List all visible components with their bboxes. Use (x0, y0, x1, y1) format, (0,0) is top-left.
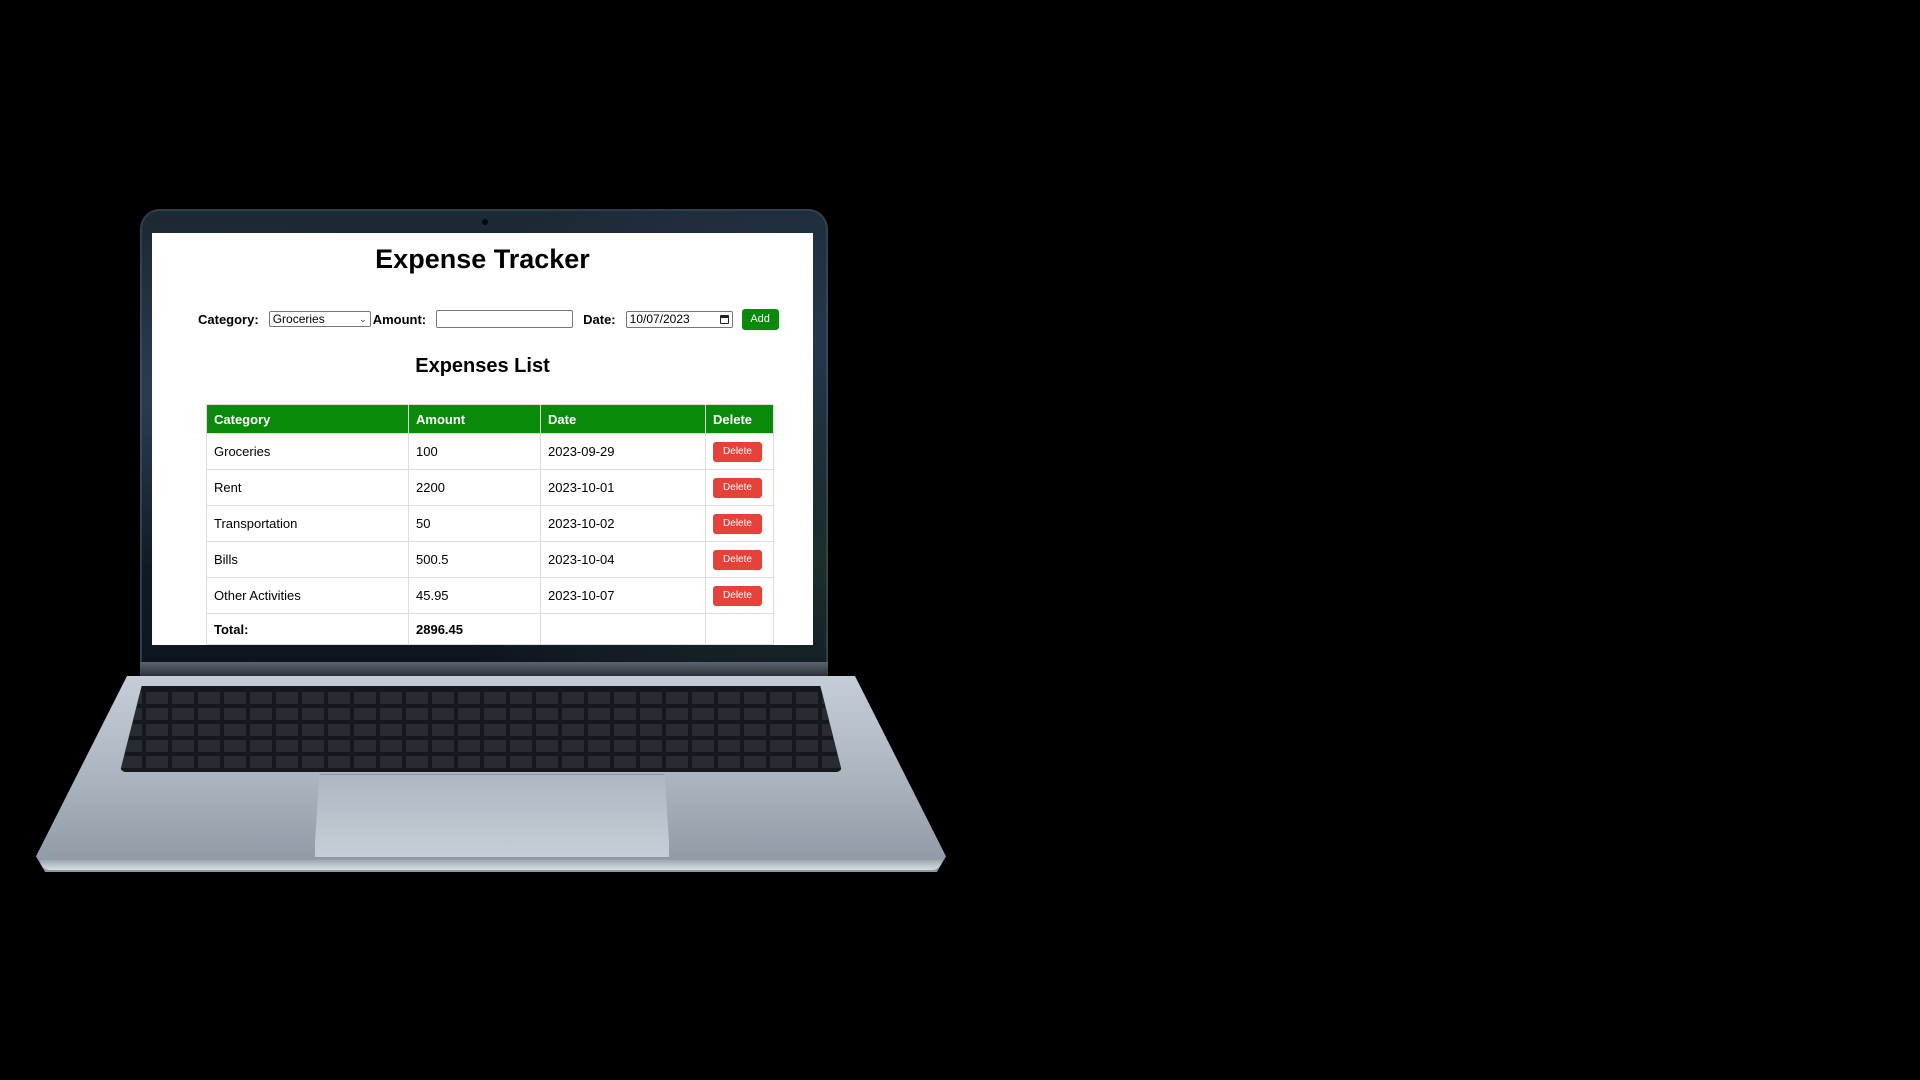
calendar-icon[interactable] (719, 314, 729, 324)
delete-button[interactable]: Delete (713, 513, 762, 534)
header-date: Date (540, 404, 706, 434)
camera-icon (482, 219, 488, 225)
total-label: Total: (206, 613, 409, 645)
category-select-value: Groceries (272, 312, 325, 326)
chevron-down-icon: ⌄ (359, 313, 367, 324)
laptop-screen: Expense Tracker Category: Groceries ⌄ Am… (152, 233, 813, 645)
category-label: Category: (198, 311, 259, 327)
expenses-list-title: Expenses List (415, 355, 550, 377)
table-header-row: Category Amount Date Delete (206, 404, 774, 434)
table-row: Rent 2200 2023-10-01 Delete (206, 469, 774, 506)
header-amount: Amount (408, 404, 541, 434)
trackpad (314, 774, 670, 858)
cell-date: 2023-09-29 (540, 433, 706, 470)
cell-date: 2023-10-07 (540, 577, 706, 614)
cell-delete: Delete (705, 541, 774, 578)
key-row (120, 724, 842, 736)
cell-delete: Delete (705, 469, 774, 506)
table-row: Other Activities 45.95 2023-10-07 Delete (206, 577, 774, 614)
cell-date: 2023-10-01 (540, 469, 706, 506)
cell-date: 2023-10-02 (540, 505, 706, 542)
cell-category: Bills (206, 541, 409, 578)
cell-category: Groceries (206, 433, 409, 470)
cell-category: Rent (206, 469, 409, 506)
date-label: Date: (583, 311, 616, 327)
header-category: Category (206, 404, 409, 434)
total-empty-cell (540, 613, 706, 645)
amount-input[interactable] (436, 310, 574, 328)
cell-date: 2023-10-04 (540, 541, 706, 578)
total-value: 2896.45 (408, 613, 541, 645)
add-button[interactable]: Add (741, 308, 779, 330)
cell-delete: Delete (705, 577, 774, 614)
page-title: Expense Tracker (375, 244, 590, 274)
cell-category: Transportation (206, 505, 409, 542)
header-delete: Delete (705, 404, 774, 434)
stage: Expense Tracker Category: Groceries ⌄ Am… (0, 0, 1920, 1080)
total-row: Total: 2896.45 (206, 613, 774, 645)
cell-delete: Delete (705, 505, 774, 542)
keyboard (120, 686, 842, 772)
date-input[interactable]: 10/07/2023 (625, 310, 733, 328)
laptop-base-edge (40, 860, 942, 870)
expenses-table: Category Amount Date Delete Groceries 10… (206, 404, 774, 645)
delete-button[interactable]: Delete (713, 477, 762, 498)
amount-label: Amount: (372, 311, 427, 327)
delete-button[interactable]: Delete (713, 441, 762, 462)
table-row: Transportation 50 2023-10-02 Delete (206, 505, 774, 542)
laptop-hinge (140, 662, 828, 676)
date-input-value: 10/07/2023 (629, 312, 690, 326)
total-empty-cell (705, 613, 774, 645)
cell-delete: Delete (705, 433, 774, 470)
delete-button[interactable]: Delete (713, 585, 762, 606)
key-row (120, 692, 842, 704)
key-row (120, 756, 842, 768)
cell-amount: 50 (408, 505, 541, 542)
delete-button[interactable]: Delete (713, 549, 762, 570)
cell-amount: 500.5 (408, 541, 541, 578)
category-select[interactable]: Groceries ⌄ (268, 311, 371, 327)
cell-amount: 100 (408, 433, 541, 470)
key-row (120, 708, 842, 720)
table-row: Bills 500.5 2023-10-04 Delete (206, 541, 774, 578)
key-row (120, 740, 842, 752)
expense-form: Category: Groceries ⌄ Amount: Date: 10/0… (198, 308, 779, 330)
cell-amount: 45.95 (408, 577, 541, 614)
table-row: Groceries 100 2023-09-29 Delete (206, 433, 774, 470)
cell-amount: 2200 (408, 469, 541, 506)
cell-category: Other Activities (206, 577, 409, 614)
